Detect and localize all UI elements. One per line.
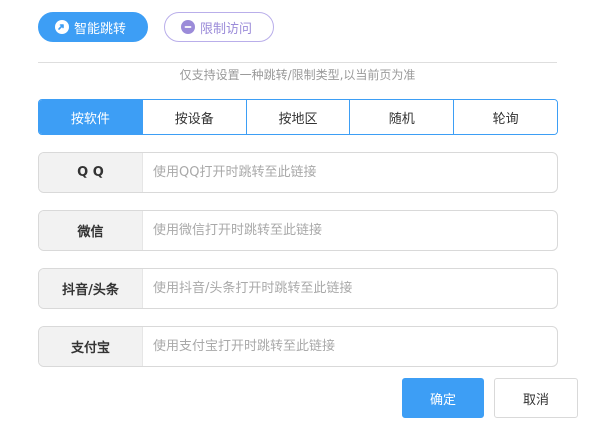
tab-by-software[interactable]: 按软件 (39, 100, 142, 134)
douyin-label: 抖音/头条 (39, 269, 143, 308)
qq-url-input[interactable] (143, 153, 557, 192)
minus-circle-icon (181, 20, 195, 34)
divider (38, 62, 557, 63)
alipay-field-row: 支付宝 (38, 326, 558, 367)
douyin-field-row: 抖音/头条 (38, 268, 558, 309)
wechat-label: 微信 (39, 211, 143, 250)
cancel-button[interactable]: 取消 (494, 378, 578, 418)
confirm-button[interactable]: 确定 (402, 378, 484, 418)
mode-tabs: 智能跳转 限制访问 (38, 12, 274, 42)
qq-field-row: Q Q (38, 152, 558, 193)
alipay-label: 支付宝 (39, 327, 143, 366)
redirect-type-tabs: 按软件 按设备 按地区 随机 轮询 (38, 99, 558, 135)
tab-random[interactable]: 随机 (349, 100, 454, 134)
wechat-url-input[interactable] (143, 211, 557, 250)
redirect-icon (55, 20, 69, 34)
tab-by-region[interactable]: 按地区 (245, 100, 350, 134)
tab-round-robin[interactable]: 轮询 (453, 100, 557, 134)
wechat-field-row: 微信 (38, 210, 558, 251)
smart-redirect-label: 智能跳转 (74, 21, 127, 37)
smart-redirect-tab[interactable]: 智能跳转 (38, 12, 148, 42)
alipay-url-input[interactable] (143, 327, 557, 366)
restrict-access-tab[interactable]: 限制访问 (164, 12, 274, 42)
douyin-url-input[interactable] (143, 269, 557, 308)
tab-by-device[interactable]: 按设备 (141, 100, 246, 134)
restrict-access-label: 限制访问 (200, 21, 253, 37)
qq-label: Q Q (39, 153, 143, 192)
hint-text: 仅支持设置一种跳转/限制类型,以当前页为准 (179, 68, 416, 82)
